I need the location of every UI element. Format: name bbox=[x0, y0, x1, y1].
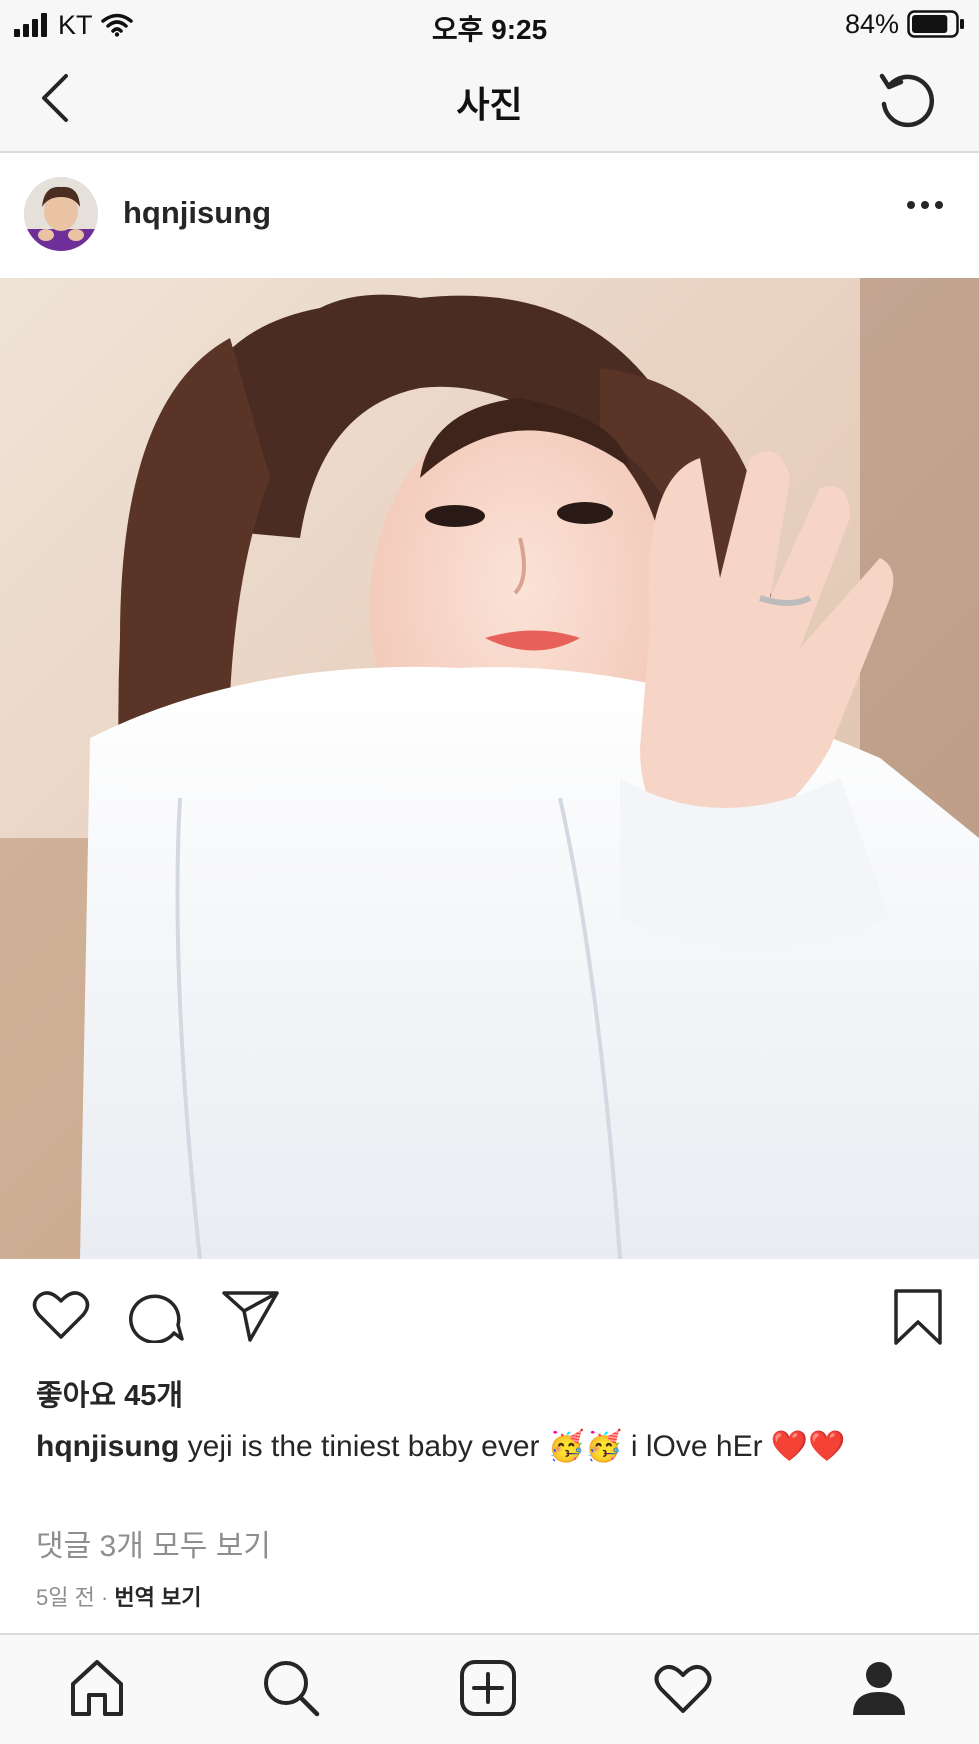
refresh-icon bbox=[875, 68, 939, 132]
tab-search[interactable] bbox=[262, 1659, 320, 1717]
refresh-button[interactable] bbox=[875, 68, 939, 132]
page-title: 사진 bbox=[456, 84, 523, 125]
status-time: 오후 9:25 bbox=[431, 14, 548, 45]
caption-username[interactable]: hqnjisung bbox=[36, 1430, 179, 1463]
heart-icon bbox=[32, 1289, 90, 1341]
bookmark-icon bbox=[893, 1289, 943, 1345]
home-icon bbox=[68, 1659, 126, 1717]
status-right: 84% bbox=[845, 8, 965, 40]
caption-text: yeji is the tiniest baby ever 🥳🥳 i lOve … bbox=[179, 1430, 846, 1463]
tab-profile[interactable] bbox=[850, 1659, 908, 1717]
avatar[interactable] bbox=[24, 177, 98, 251]
post-time: 5일 전 bbox=[36, 1585, 95, 1610]
status-bar: KT 오후 9:25 84% bbox=[0, 0, 979, 50]
meta-separator: · bbox=[94, 1585, 115, 1610]
profile-icon bbox=[850, 1659, 908, 1717]
more-dots-icon bbox=[905, 199, 945, 211]
share-button[interactable] bbox=[222, 1289, 280, 1343]
add-post-icon bbox=[459, 1659, 517, 1717]
post-meta: 5일 전 · 번역 보기 bbox=[36, 1580, 201, 1612]
activity-heart-icon bbox=[654, 1659, 712, 1717]
nav-bar: 사진 bbox=[0, 50, 979, 153]
comment-button[interactable] bbox=[128, 1289, 184, 1343]
search-icon bbox=[262, 1659, 320, 1717]
comment-icon bbox=[128, 1289, 184, 1343]
view-all-comments-link[interactable]: 댓글 3개 모두 보기 bbox=[36, 1521, 271, 1565]
action-bar bbox=[0, 1259, 979, 1369]
post-username[interactable]: hqnjisung bbox=[123, 195, 271, 231]
translate-link[interactable]: 번역 보기 bbox=[114, 1585, 201, 1610]
bookmark-button[interactable] bbox=[893, 1289, 943, 1345]
like-button[interactable] bbox=[32, 1289, 90, 1341]
post-photo[interactable] bbox=[0, 278, 979, 1259]
battery-percent: 84% bbox=[844, 9, 899, 39]
tab-new-post[interactable] bbox=[459, 1659, 517, 1717]
tab-bar bbox=[0, 1633, 979, 1744]
more-options-button[interactable] bbox=[905, 199, 945, 211]
battery-icon bbox=[907, 10, 965, 38]
likes-count[interactable]: 좋아요 45개 bbox=[36, 1372, 183, 1414]
post-header: hqnjisung bbox=[0, 153, 979, 278]
tab-home[interactable] bbox=[68, 1659, 126, 1717]
share-icon bbox=[222, 1289, 280, 1343]
tab-activity[interactable] bbox=[654, 1659, 712, 1717]
post-caption: hqnjisung yeji is the tiniest baby ever … bbox=[36, 1425, 936, 1469]
